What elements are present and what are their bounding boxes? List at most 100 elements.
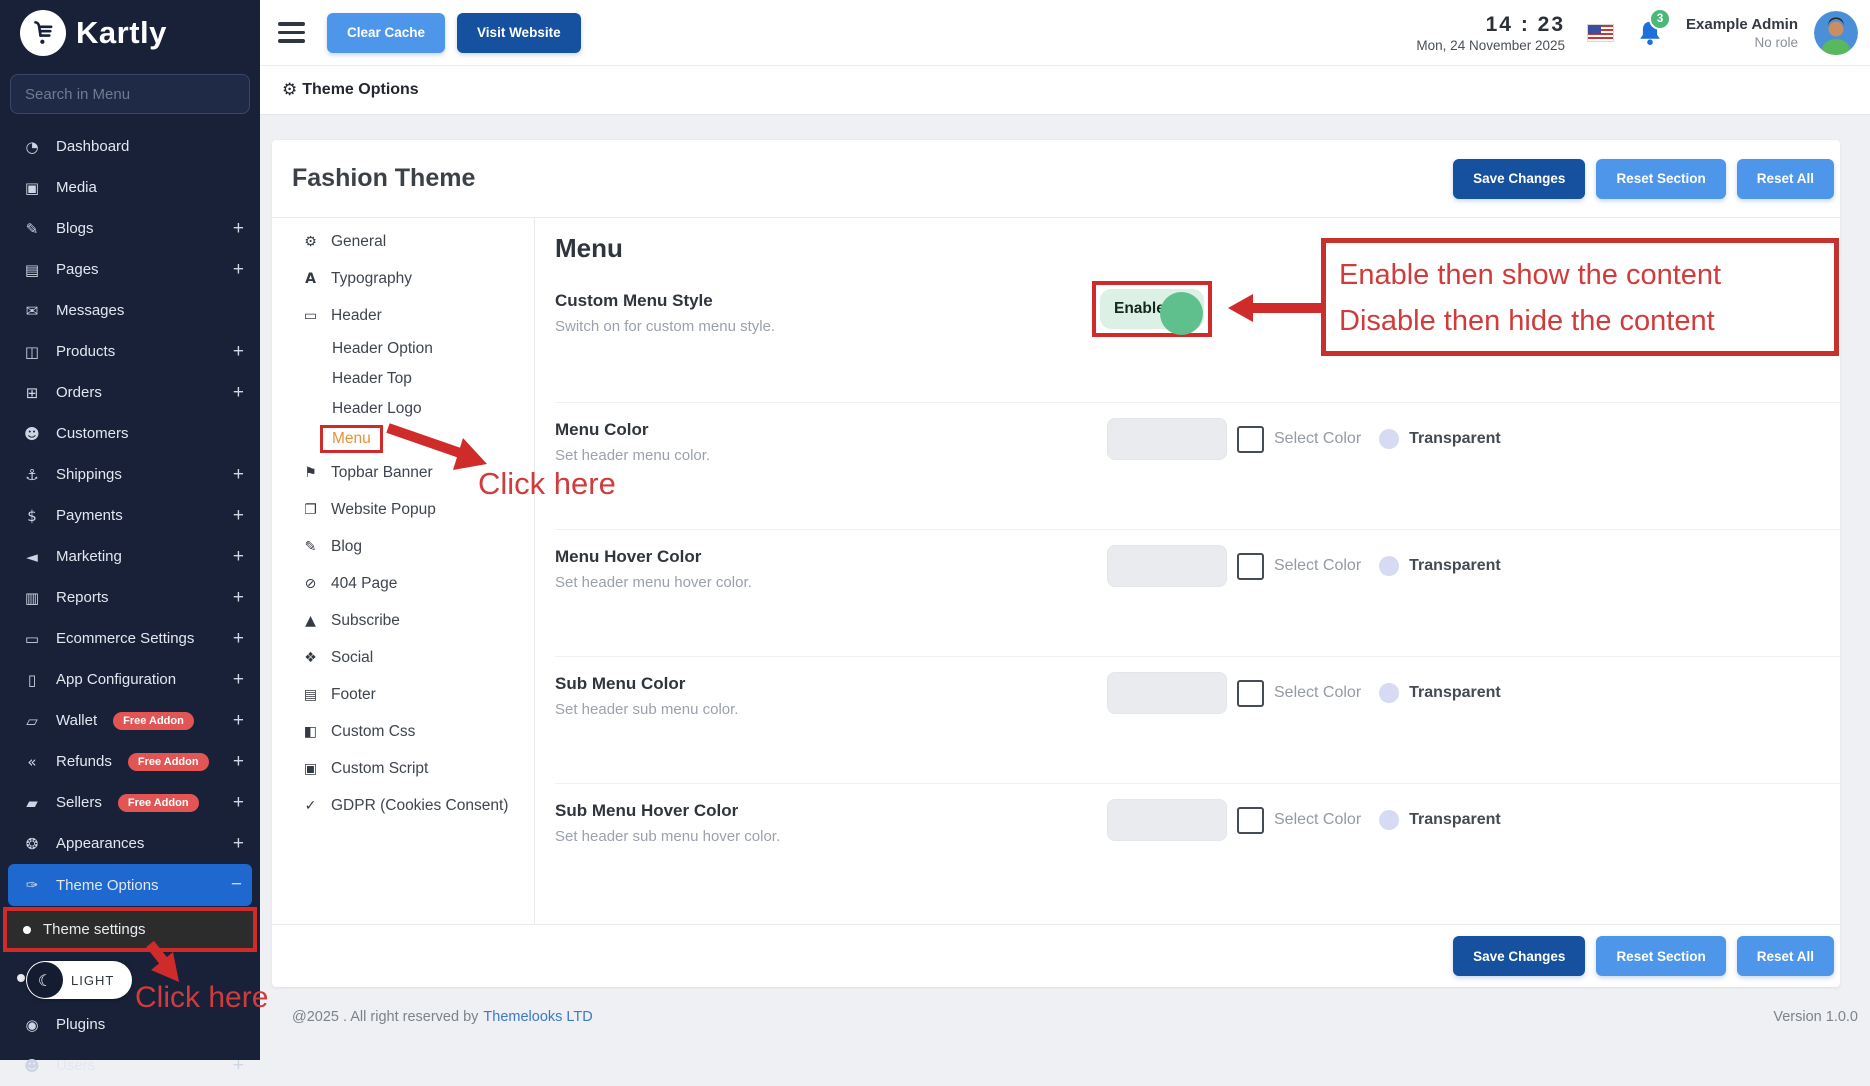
expand-plus-icon[interactable]: + — [233, 505, 244, 527]
sidebar-search-input[interactable] — [10, 74, 250, 114]
expand-plus-icon[interactable]: + — [233, 833, 244, 855]
reset-all-button[interactable]: Reset All — [1737, 159, 1834, 199]
sidebar-subitem-theme-settings[interactable]: Theme settings — [3, 907, 257, 952]
expand-plus-icon[interactable]: + — [233, 710, 244, 732]
clear-cache-button[interactable]: Clear Cache — [327, 13, 445, 53]
theme-nav-404-page[interactable]: ⊘404 Page — [302, 565, 534, 602]
expand-plus-icon[interactable]: + — [233, 792, 244, 814]
reset-all-button[interactable]: Reset All — [1737, 936, 1834, 976]
sidebar-item-theme-options[interactable]: ✑Theme Options− — [8, 864, 252, 906]
select-color-checkbox[interactable] — [1237, 553, 1264, 580]
transparent-radio[interactable] — [1379, 683, 1399, 703]
sidebar-item-customers[interactable]: ☻Customers — [0, 413, 260, 454]
theme-nav-label: General — [331, 233, 386, 251]
transparent-radio[interactable] — [1379, 429, 1399, 449]
select-color-checkbox[interactable] — [1237, 680, 1264, 707]
annotation-note-box: Enable then show the content Disable the… — [1321, 238, 1839, 356]
select-color-checkbox[interactable] — [1237, 807, 1264, 834]
sidebar-item-app-configuration[interactable]: ▯App Configuration+ — [0, 659, 260, 700]
expand-plus-icon[interactable]: + — [233, 587, 244, 609]
hamburger-menu-icon[interactable] — [278, 22, 305, 42]
expand-plus-icon[interactable]: + — [233, 218, 244, 240]
expand-plus-icon[interactable]: + — [233, 259, 244, 281]
themelooks-link[interactable]: Themelooks LTD — [483, 1009, 592, 1025]
expand-plus-icon[interactable]: + — [233, 669, 244, 691]
custom-menu-style-toggle[interactable]: Enable — [1100, 289, 1204, 329]
sidebar-item-users[interactable]: ☻Users+ — [0, 1045, 260, 1086]
transparent-radio[interactable] — [1379, 810, 1399, 830]
save-changes-button[interactable]: Save Changes — [1453, 936, 1585, 976]
color-swatch-input[interactable] — [1107, 418, 1227, 460]
expand-plus-icon[interactable]: + — [233, 341, 244, 363]
sidebar-nav: ◔Dashboard ▣Media ✎Blogs+ ▤Pages+ ✉Messa… — [0, 126, 260, 1086]
sidebar-item-messages[interactable]: ✉Messages — [0, 290, 260, 331]
theme-nav-social[interactable]: ❖Social — [302, 639, 534, 676]
sidebar-item-appearances[interactable]: ❂Appearances+ — [0, 823, 260, 864]
sidebar-item-wallet[interactable]: ▱WalletFree Addon+ — [0, 700, 260, 741]
bullet-icon — [23, 926, 31, 934]
sidebar-item-label: App Configuration — [56, 671, 176, 688]
theme-nav-custom-css[interactable]: ◧Custom Css — [302, 713, 534, 750]
brand-logo[interactable]: Kartly — [0, 0, 260, 66]
select-color-checkbox[interactable] — [1237, 426, 1264, 453]
color-swatch-input[interactable] — [1107, 545, 1227, 587]
theme-nav-menu-active-label[interactable]: Menu — [320, 425, 383, 453]
color-swatch-input[interactable] — [1107, 799, 1227, 841]
date-value: Mon, 24 November 2025 — [1416, 38, 1565, 53]
theme-nav-subscribe[interactable]: ▲Subscribe — [302, 602, 534, 639]
theme-nav-typography[interactable]: ATypography — [302, 260, 534, 297]
expand-plus-icon[interactable]: + — [233, 382, 244, 404]
reports-icon: ▥ — [22, 589, 42, 607]
sidebar-item-orders[interactable]: ⊞Orders+ — [0, 372, 260, 413]
transparent-radio[interactable] — [1379, 556, 1399, 576]
sidebar-item-blogs[interactable]: ✎Blogs+ — [0, 208, 260, 249]
theme-nav-header-option[interactable]: Header Option — [302, 334, 534, 364]
sidebar-item-reports[interactable]: ▥Reports+ — [0, 577, 260, 618]
consent-icon: ✓ — [302, 798, 319, 814]
sidebar-item-shippings[interactable]: ⚓Shippings+ — [0, 454, 260, 495]
brand-name: Kartly — [76, 15, 167, 51]
theme-nav-blog[interactable]: ✎Blog — [302, 528, 534, 565]
save-changes-button[interactable]: Save Changes — [1453, 159, 1585, 199]
sidebar-item-marketing[interactable]: ◄Marketing+ — [0, 536, 260, 577]
sidebar-item-products[interactable]: ◫Products+ — [0, 331, 260, 372]
user-avatar[interactable] — [1814, 11, 1858, 55]
sidebar-item-ecommerce-settings[interactable]: ▭Ecommerce Settings+ — [0, 618, 260, 659]
theme-nav-label: Subscribe — [331, 612, 400, 630]
expand-plus-icon[interactable]: + — [233, 546, 244, 568]
sidebar-item-dashboard[interactable]: ◔Dashboard — [0, 126, 260, 167]
expand-plus-icon[interactable]: + — [233, 628, 244, 650]
sidebar-item-label: Appearances — [56, 835, 144, 852]
user-name: Example Admin — [1686, 16, 1798, 33]
visit-website-button[interactable]: Visit Website — [457, 13, 581, 53]
notifications-button[interactable]: 3 — [1636, 19, 1664, 46]
theme-nav-header-top[interactable]: Header Top — [302, 364, 534, 394]
theme-settings-nav: ⚙General ATypography ▭Header Header Opti… — [272, 218, 535, 924]
sidebar-item-sellers[interactable]: ▰SellersFree Addon+ — [0, 782, 260, 823]
pages-icon: ▤ — [22, 261, 42, 279]
expand-plus-icon[interactable]: + — [233, 1055, 244, 1077]
sidebar-item-payments[interactable]: $Payments+ — [0, 495, 260, 536]
dashboard-icon: ◔ — [22, 138, 42, 156]
expand-plus-icon[interactable]: + — [233, 464, 244, 486]
language-flag-icon[interactable] — [1587, 24, 1614, 42]
sidebar-item-pages[interactable]: ▤Pages+ — [0, 249, 260, 290]
collapse-minus-icon[interactable]: − — [231, 874, 242, 896]
theme-nav-label: Header Top — [332, 370, 412, 388]
theme-nav-general[interactable]: ⚙General — [302, 223, 534, 260]
theme-nav-header-logo[interactable]: Header Logo — [302, 394, 534, 424]
theme-nav-header[interactable]: ▭Header — [302, 297, 534, 334]
sidebar-item-media[interactable]: ▣Media — [0, 167, 260, 208]
toggle-knob[interactable] — [1160, 292, 1203, 335]
theme-nav-custom-script[interactable]: ▣Custom Script — [302, 750, 534, 787]
sidebar-item-refunds[interactable]: «RefundsFree Addon+ — [0, 741, 260, 782]
reset-section-button[interactable]: Reset Section — [1596, 159, 1725, 199]
reset-section-button[interactable]: Reset Section — [1596, 936, 1725, 976]
light-mode-toggle[interactable]: ☾ LIGHT — [26, 961, 132, 999]
annotation-line-1: Enable then show the content — [1339, 252, 1834, 298]
theme-nav-footer[interactable]: ▤Footer — [302, 676, 534, 713]
theme-nav-menu[interactable]: Menu — [302, 424, 534, 454]
expand-plus-icon[interactable]: + — [233, 751, 244, 773]
theme-nav-gdpr[interactable]: ✓GDPR (Cookies Consent) — [302, 787, 534, 824]
color-swatch-input[interactable] — [1107, 672, 1227, 714]
